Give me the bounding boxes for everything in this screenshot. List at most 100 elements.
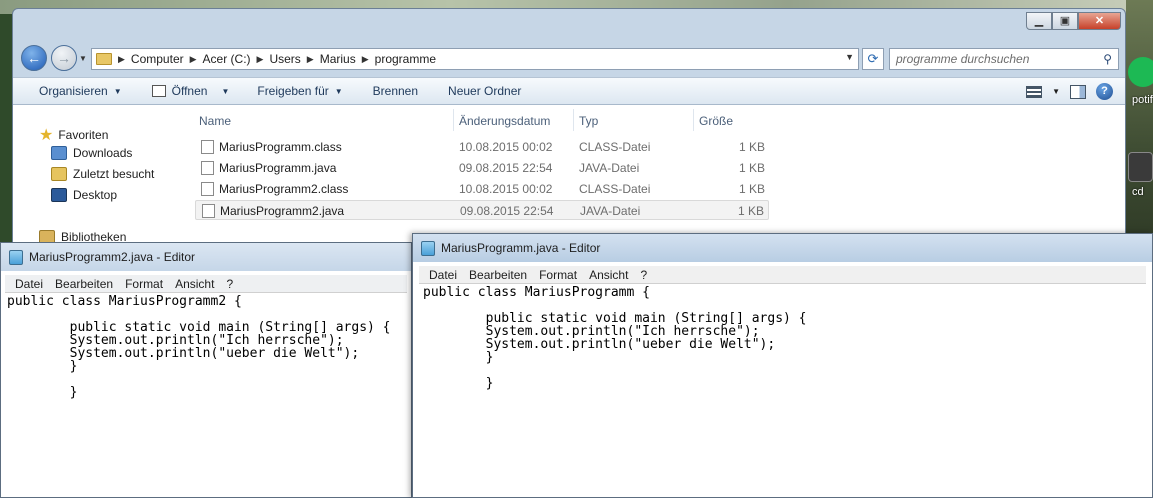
menu-bar: Datei Bearbeiten Format Ansicht ? [419,266,1146,284]
file-date: 09.08.2015 22:54 [460,204,554,218]
menu-view[interactable]: Ansicht [175,277,214,291]
column-header-date[interactable]: Änderungsdatum [459,114,550,128]
menu-file[interactable]: Datei [15,277,43,291]
breadcrumb-users[interactable]: Users [269,52,300,66]
column-header-name[interactable]: Name [199,114,231,128]
column-divider[interactable] [573,109,574,131]
help-icon[interactable]: ? [1096,83,1113,100]
column-header-size[interactable]: Größe [699,114,733,128]
nav-recent[interactable]: Zuletzt besucht [51,167,154,181]
file-icon [201,182,214,196]
share-button[interactable]: Freigeben für ▼ [257,84,342,98]
cd-icon[interactable] [1128,152,1153,182]
desktop-icon [51,188,67,202]
view-controls: ▼ ? [1026,83,1113,100]
notepad-icon [421,240,435,256]
open-button[interactable]: Öffnen ▼ [151,84,229,98]
cd-label: cd [1132,186,1144,198]
file-type: CLASS-Datei [579,182,651,196]
burn-button[interactable]: Brennen [373,84,418,98]
menu-format[interactable]: Format [125,277,163,291]
column-divider[interactable] [453,109,454,131]
chevron-down-icon[interactable]: ▼ [1052,87,1060,96]
chevron-down-icon: ▼ [334,86,343,96]
share-label: Freigeben für [257,84,329,98]
maximize-button[interactable]: ▣ [1052,12,1078,30]
chevron-right-icon[interactable]: ▶ [257,54,264,65]
editor-titlebar[interactable]: MariusProgramm2.java - Editor [1,243,411,271]
file-name: MariusProgramm2.class [219,182,349,196]
file-icon [201,161,214,175]
breadcrumb-computer[interactable]: Computer [131,52,184,66]
editor-titlebar[interactable]: MariusProgramm.java - Editor [413,234,1152,262]
file-row[interactable]: MariusProgramm2.class 10.08.2015 00:02 C… [195,179,769,199]
editor-textarea[interactable]: public class MariusProgramm2 { public st… [1,293,411,401]
menu-view[interactable]: Ansicht [589,268,628,282]
navigation-pane: ★ Favoriten Downloads Zuletzt besucht De… [13,105,185,257]
burn-label: Brennen [372,84,419,98]
minimize-button[interactable]: ▁ [1026,12,1052,30]
file-size: 1 KB [737,204,764,218]
chevron-right-icon[interactable]: ▶ [118,54,125,65]
file-size: 1 KB [738,140,765,154]
file-date: 10.08.2015 00:02 [459,140,553,154]
organize-label: Organisieren [39,84,108,98]
view-options-icon[interactable] [1026,85,1043,98]
organize-button[interactable]: Organisieren ▼ [39,84,122,98]
editor-title: MariusProgramm.java - Editor [441,241,601,255]
menu-help[interactable]: ? [640,268,647,282]
back-button[interactable]: ← [21,45,47,71]
menu-help[interactable]: ? [226,277,233,291]
file-name: MariusProgramm2.java [220,204,345,218]
address-dropdown-icon[interactable]: ▼ [845,52,854,62]
file-date: 10.08.2015 00:02 [459,182,553,196]
chevron-down-icon: ▼ [113,86,122,96]
refresh-button[interactable]: ⟳ [862,48,884,70]
menu-file[interactable]: Datei [429,268,457,282]
file-type: CLASS-Datei [579,140,651,154]
history-dropdown-icon[interactable]: ▼ [79,54,87,63]
address-bar[interactable]: ▶ Computer ▶ Acer (C:) ▶ Users ▶ Marius … [91,48,859,70]
chevron-right-icon[interactable]: ▶ [362,54,369,65]
file-row-selected[interactable]: MariusProgramm2.java 09.08.2015 22:54 JA… [195,200,769,220]
search-input[interactable]: programme durchsuchen ⚲ [889,48,1119,70]
command-bar: Organisieren ▼ Öffnen ▼ Freigeben für ▼ … [13,77,1125,105]
editor-window-1: MariusProgramm2.java - Editor Datei Bear… [0,242,412,498]
menu-bar: Datei Bearbeiten Format Ansicht ? [5,275,407,293]
nav-desktop[interactable]: Desktop [51,188,117,202]
open-label: Öffnen [171,84,208,98]
nav-downloads[interactable]: Downloads [51,146,132,160]
chevron-right-icon[interactable]: ▶ [307,54,314,65]
nav-recent-label: Zuletzt besucht [73,167,155,181]
file-icon [201,140,214,154]
column-divider[interactable] [693,109,694,131]
nav-desktop-label: Desktop [73,188,118,202]
editor-textarea[interactable]: public class MariusProgramm { public sta… [417,284,1152,392]
chevron-right-icon[interactable]: ▶ [190,54,197,65]
file-type: JAVA-Datei [580,204,641,218]
breadcrumb-drive[interactable]: Acer (C:) [203,52,251,66]
forward-button[interactable]: → [51,45,77,71]
close-button[interactable]: ✕ [1078,12,1121,30]
nav-favorites[interactable]: ★ Favoriten [39,125,108,145]
search-icon[interactable]: ⚲ [1103,49,1112,69]
menu-edit[interactable]: Bearbeiten [55,277,113,291]
breadcrumb-programme[interactable]: programme [375,52,436,66]
menu-edit[interactable]: Bearbeiten [469,268,527,282]
window-controls: ▁ ▣ ✕ [1026,12,1121,32]
new-folder-button[interactable]: Neuer Ordner [448,84,521,98]
breadcrumb-marius[interactable]: Marius [320,52,356,66]
notepad-icon [9,249,23,265]
spotify-label: potif [1132,94,1153,106]
star-icon: ★ [39,127,54,144]
preview-pane-icon[interactable] [1070,84,1086,99]
column-header-type[interactable]: Typ [579,114,598,128]
editor-title: MariusProgramm2.java - Editor [29,250,196,264]
file-row[interactable]: MariusProgramm.java 09.08.2015 22:54 JAV… [195,158,769,178]
spotify-icon[interactable] [1128,57,1153,87]
menu-format[interactable]: Format [539,268,577,282]
file-size: 1 KB [738,182,765,196]
new-folder-label: Neuer Ordner [448,84,522,98]
file-row[interactable]: MariusProgramm.class 10.08.2015 00:02 CL… [195,137,769,157]
file-name: MariusProgramm.java [219,161,337,175]
